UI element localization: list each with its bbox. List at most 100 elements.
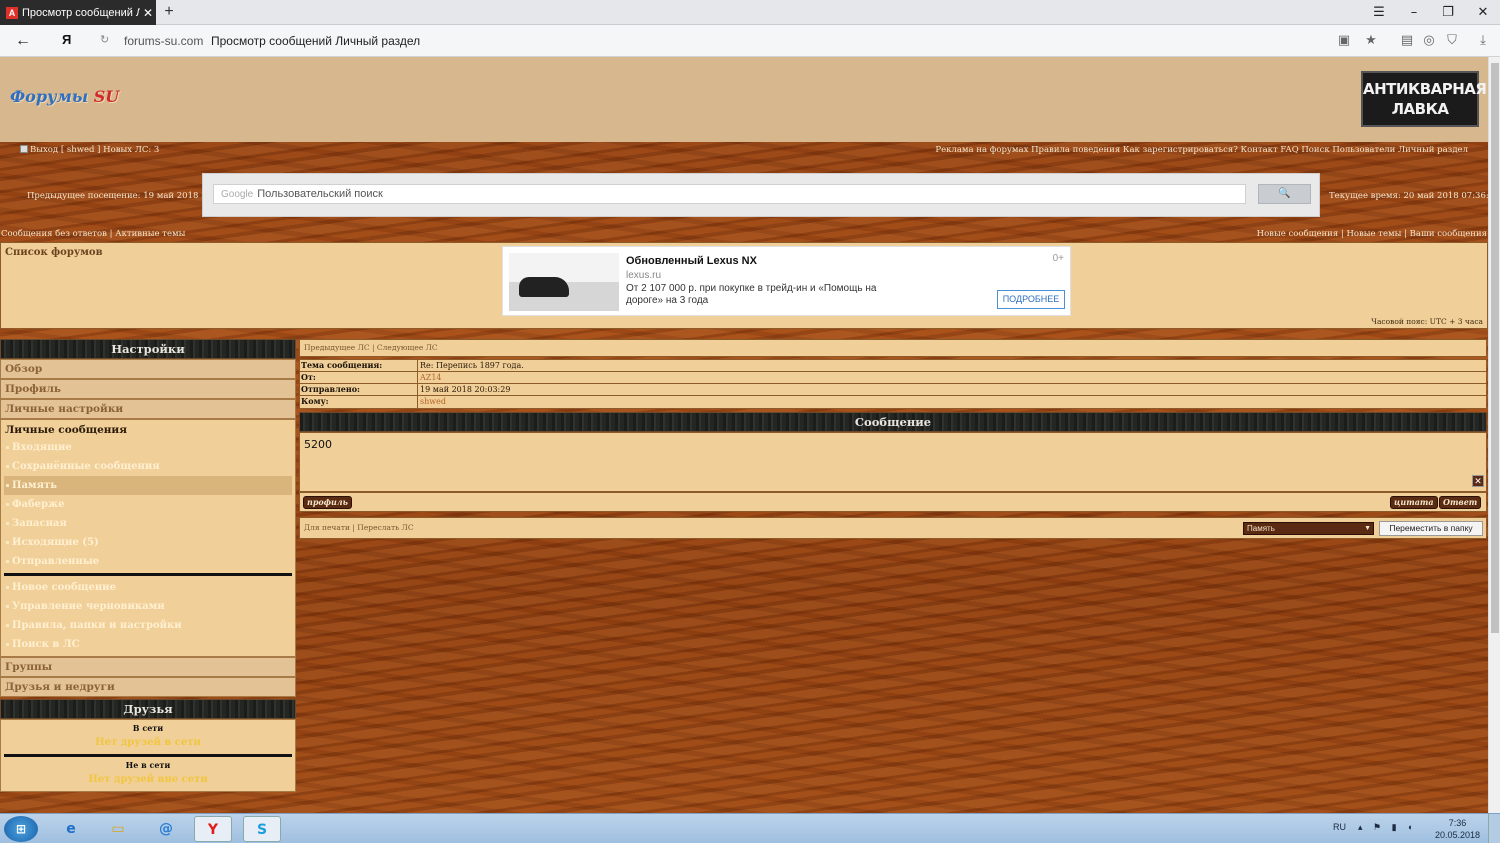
- search-button[interactable]: 🔍: [1258, 184, 1311, 204]
- tab-close-icon[interactable]: ✕: [140, 6, 156, 20]
- reply-button[interactable]: Ответ: [1439, 496, 1482, 509]
- tray-icons[interactable]: ▴ ⚑ ▮ ◖: [1358, 822, 1416, 833]
- pm-prev-next-links[interactable]: Предыдущее ЛС | Следующее ЛС: [299, 339, 1487, 357]
- unanswered-active-links[interactable]: Сообщения без ответов | Активные темы: [1, 229, 185, 239]
- language-indicator[interactable]: RU: [1333, 822, 1346, 832]
- tab-title: Просмотр сообщений Л: [22, 6, 140, 19]
- car-image-icon: [519, 277, 569, 297]
- forum-list-link[interactable]: Список форумов: [5, 247, 103, 258]
- friends-box: В сети Нет друзей в сети Не в сети Нет д…: [0, 719, 296, 792]
- antique-shop-banner[interactable]: АНТИКВАРНАЯ ЛАВКА: [1361, 71, 1487, 127]
- print-forward-links[interactable]: Для печати | Переслать ЛС: [304, 523, 414, 532]
- bookmark-star-icon[interactable]: ★: [1362, 32, 1380, 50]
- move-to-folder-button[interactable]: Переместить в папку: [1379, 521, 1483, 536]
- pm-folder-saved[interactable]: Сохранённые сообщения: [4, 457, 292, 476]
- table-row: Кому: shwed: [300, 396, 1486, 408]
- sidebar-item-groups[interactable]: Группы: [0, 657, 296, 677]
- minimize-button[interactable]: –: [1397, 0, 1431, 25]
- pm-folder-backup[interactable]: Запасная: [4, 514, 292, 533]
- reload-icon[interactable]: ↻: [100, 33, 109, 46]
- message-body: 5200 ✕: [299, 432, 1487, 492]
- mail-agent-icon[interactable]: @: [147, 816, 185, 842]
- browser-menu-icon[interactable]: ☰: [1362, 0, 1396, 25]
- url-domain[interactable]: forums-su.com: [124, 34, 203, 48]
- taskbar: ⊞ e ▭ @ Y S RU ▴ ⚑ ▮ ◖ 7:36 20.05.2018: [0, 813, 1500, 843]
- pm-new-message[interactable]: Новое сообщение: [4, 578, 292, 597]
- pm-rules-folders-settings[interactable]: Правила, папки и настройки: [4, 616, 292, 635]
- divider: [4, 754, 292, 757]
- logo-main-text: Форумы: [10, 87, 89, 106]
- logout-icon: [20, 145, 28, 153]
- timezone-info: Часовой пояс: UTC + 3 часа: [1371, 317, 1483, 326]
- forum-breadcrumb-bar: Список форумов Обновленный Lexus NX lexu…: [0, 242, 1488, 329]
- sidebar-item-personal-settings[interactable]: Личные настройки: [0, 399, 296, 419]
- url-page-title[interactable]: Просмотр сообщений Личный раздел: [211, 34, 420, 48]
- quote-button[interactable]: цитата: [1390, 496, 1438, 509]
- ucp-sidebar: Настройки Обзор Профиль Личные настройки…: [0, 339, 296, 792]
- internet-explorer-icon[interactable]: e: [52, 816, 90, 842]
- clock[interactable]: 7:36 20.05.2018: [1435, 817, 1480, 841]
- user-nav-text[interactable]: Выход [ shwed ] Новых ЛС: 3: [30, 145, 159, 155]
- browser-tab-bar: A Просмотр сообщений Л ✕ + ☰ – ❐ ✕: [0, 0, 1500, 25]
- browser-tab[interactable]: A Просмотр сообщений Л ✕: [0, 0, 156, 25]
- site-favicon-icon: A: [6, 6, 18, 19]
- pm-folder-memory[interactable]: Память: [4, 476, 292, 495]
- pm-search[interactable]: Поиск в ЛС: [4, 635, 292, 654]
- sidebar-item-friends-foes[interactable]: Друзья и недруги: [0, 677, 296, 697]
- site-logo[interactable]: Форумы SU: [10, 87, 119, 106]
- ad-image[interactable]: [509, 253, 619, 311]
- file-explorer-icon[interactable]: ▭: [99, 816, 137, 842]
- back-arrow-icon[interactable]: ←: [12, 30, 34, 52]
- folder-select[interactable]: Память ▼: [1243, 522, 1374, 535]
- main-nav-links[interactable]: Реклама на форумах Правила поведения Как…: [935, 145, 1468, 155]
- table-row: Отправлено: 19 май 2018 20:03:29: [300, 384, 1486, 396]
- ad-text: От 2 107 000 р. при покупке в трейд-ин и…: [626, 283, 877, 306]
- new-tab-button[interactable]: +: [160, 3, 178, 21]
- message-text: 5200: [304, 438, 332, 451]
- sidebar-item-overview[interactable]: Обзор: [0, 359, 296, 379]
- online-empty: Нет друзей в сети: [95, 737, 201, 748]
- from-label: От:: [300, 372, 418, 383]
- extension-icon[interactable]: ▤: [1398, 32, 1416, 50]
- close-window-button[interactable]: ✕: [1466, 0, 1500, 25]
- user-nav-links[interactable]: Выход [ shwed ] Новых ЛС: 3: [20, 145, 159, 155]
- pm-folder-outbox[interactable]: Исходящие (5): [4, 533, 292, 552]
- subject-value: Re: Перепись 1897 года.: [420, 361, 524, 370]
- ad-title[interactable]: Обновленный Lexus NX: [626, 255, 757, 267]
- sidebar-item-profile[interactable]: Профиль: [0, 379, 296, 399]
- site-header: Форумы SU АНТИКВАРНАЯ ЛАВКА: [0, 57, 1488, 142]
- windows-start-icon[interactable]: ⊞: [4, 816, 38, 842]
- ad-more-button[interactable]: ПОДРОБНЕЕ: [997, 290, 1065, 309]
- online-label: В сети: [132, 723, 164, 733]
- message-actions: профиль цитата Ответ: [299, 492, 1487, 512]
- pm-folder-faberge[interactable]: Фаберже: [4, 495, 292, 514]
- to-label: Кому:: [300, 396, 418, 408]
- table-row: От: AZ14: [300, 372, 1486, 384]
- new-posts-links[interactable]: Новые сообщения | Новые темы | Ваши сооб…: [1257, 229, 1487, 239]
- turbo-icon[interactable]: ◎: [1420, 32, 1438, 50]
- pm-panel: Личные сообщения Входящие Сохранённые со…: [0, 419, 296, 657]
- pm-folder-sent[interactable]: Отправленные: [4, 552, 292, 571]
- download-icon[interactable]: ⤓: [1474, 32, 1492, 50]
- to-user-link[interactable]: shwed: [418, 396, 1486, 408]
- yandex-logo-icon[interactable]: Я: [62, 32, 71, 47]
- lexus-ad[interactable]: Обновленный Lexus NX lexus.ru От 2 107 0…: [502, 246, 1071, 316]
- chevron-down-icon: ▼: [1364, 525, 1371, 532]
- scrollbar-thumb[interactable]: [1491, 63, 1499, 633]
- show-desktop-button[interactable]: [1488, 814, 1500, 843]
- pm-manage-drafts[interactable]: Управление черновиками: [4, 597, 292, 616]
- page-scrollbar[interactable]: [1488, 57, 1500, 813]
- lock-icon[interactable]: ▣: [1335, 32, 1353, 50]
- from-user-link[interactable]: AZ14: [418, 372, 1486, 383]
- pm-folder-inbox[interactable]: Входящие: [4, 438, 292, 457]
- yandex-browser-icon[interactable]: Y: [194, 816, 232, 842]
- search-placeholder: Пользовательский поиск: [257, 188, 383, 200]
- profile-button[interactable]: профиль: [303, 496, 352, 509]
- search-input[interactable]: Google Пользовательский поиск: [213, 184, 1246, 204]
- skype-icon[interactable]: S: [243, 816, 281, 842]
- search-icon: 🔍: [1278, 188, 1291, 199]
- protect-shield-icon[interactable]: ⛉: [1443, 32, 1461, 50]
- pm-heading[interactable]: Личные сообщения: [4, 422, 292, 438]
- delete-icon[interactable]: ✕: [1472, 475, 1484, 487]
- maximize-button[interactable]: ❐: [1431, 0, 1465, 25]
